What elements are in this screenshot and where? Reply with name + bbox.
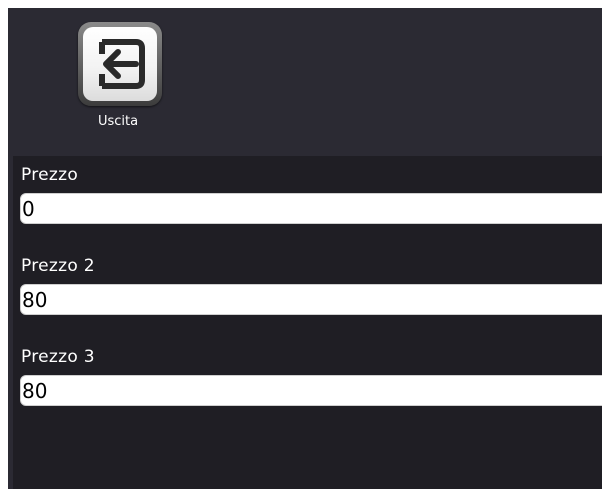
app-window: Uscita Prezzo Prezzo 2 Prezzo 3 xyxy=(8,8,602,489)
price-label: Prezzo xyxy=(21,165,79,185)
price-2-input[interactable] xyxy=(20,284,602,315)
toolbar: Uscita xyxy=(8,8,602,156)
exit-button-label: Uscita xyxy=(97,114,139,129)
exit-button[interactable]: Uscita xyxy=(76,20,166,132)
exit-icon-frame xyxy=(78,22,162,106)
exit-arrow-icon xyxy=(83,27,157,101)
price-form: Prezzo Prezzo 2 Prezzo 3 xyxy=(13,156,602,489)
price-2-label: Prezzo 2 xyxy=(21,256,95,276)
price-3-label: Prezzo 3 xyxy=(21,347,95,367)
price-input[interactable] xyxy=(20,193,602,224)
price-3-input[interactable] xyxy=(20,375,602,406)
